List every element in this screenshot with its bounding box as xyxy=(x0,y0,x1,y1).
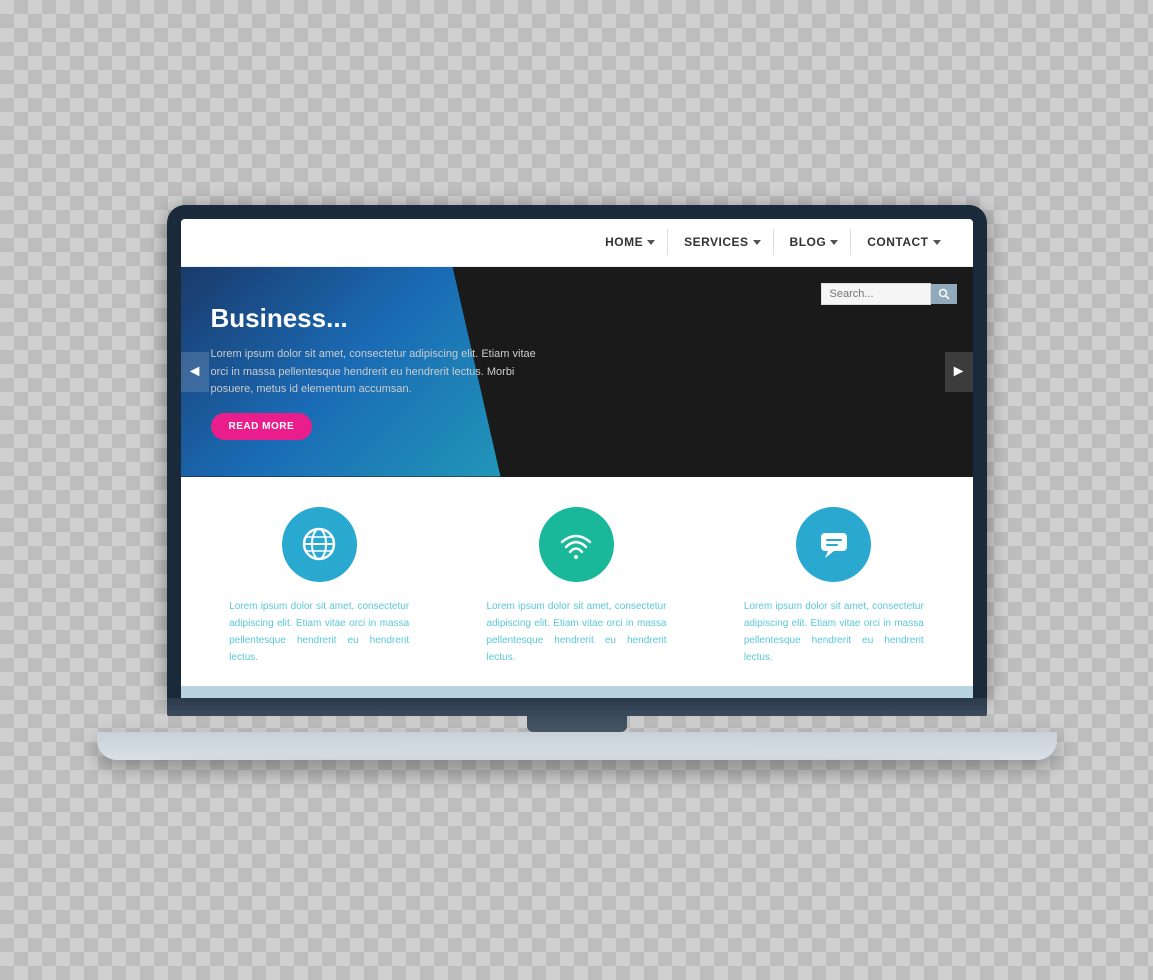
laptop-shadow xyxy=(147,764,1007,776)
wifi-icon xyxy=(556,524,596,564)
nav-contact-label: CONTACT xyxy=(867,235,928,249)
hero-cta-button[interactable]: READ MORE xyxy=(211,413,313,440)
feature-chat: Lorem ipsum dolor sit amet, consectetur … xyxy=(715,507,952,666)
nav-contact-arrow xyxy=(933,240,941,245)
nav-blog[interactable]: BLOG xyxy=(778,229,852,255)
feature-globe-text: Lorem ipsum dolor sit amet, consectetur … xyxy=(229,598,409,666)
laptop-mockup: HOME SERVICES BLOG CONTACT xyxy=(167,205,987,776)
hero-next-button[interactable]: ► xyxy=(945,352,973,392)
laptop-screen-inner: HOME SERVICES BLOG CONTACT xyxy=(181,219,973,698)
nav-blog-label: BLOG xyxy=(790,235,827,249)
nav-services[interactable]: SERVICES xyxy=(672,229,773,255)
laptop-bottom xyxy=(97,732,1057,760)
nav-services-label: SERVICES xyxy=(684,235,748,249)
site-nav: HOME SERVICES BLOG CONTACT xyxy=(181,219,973,267)
nav-items: HOME SERVICES BLOG CONTACT xyxy=(593,229,952,255)
search-input[interactable] xyxy=(821,283,931,305)
globe-icon-circle xyxy=(282,507,357,582)
search-icon xyxy=(938,288,950,300)
hero-section: ◄ Business... Lorem ipsum dolor sit amet… xyxy=(181,267,973,477)
hero-prev-button[interactable]: ◄ xyxy=(181,352,209,392)
nav-services-arrow xyxy=(753,240,761,245)
hero-title: Business... xyxy=(211,303,551,334)
globe-icon xyxy=(299,524,339,564)
nav-home[interactable]: HOME xyxy=(593,229,668,255)
hero-body: Lorem ipsum dolor sit amet, consectetur … xyxy=(211,346,551,399)
laptop-base-top xyxy=(167,698,987,716)
feature-chat-text: Lorem ipsum dolor sit amet, consectetur … xyxy=(744,598,924,666)
laptop-hinge xyxy=(527,716,627,732)
feature-wifi-text: Lorem ipsum dolor sit amet, consectetur … xyxy=(486,598,666,666)
laptop-screen-outer: HOME SERVICES BLOG CONTACT xyxy=(167,205,987,698)
chat-icon xyxy=(814,524,854,564)
feature-globe: Lorem ipsum dolor sit amet, consectetur … xyxy=(201,507,438,666)
hero-search xyxy=(821,283,957,305)
search-button[interactable] xyxy=(931,284,957,304)
hero-content: Business... Lorem ipsum dolor sit amet, … xyxy=(181,283,581,460)
nav-home-label: HOME xyxy=(605,235,643,249)
wifi-icon-circle xyxy=(539,507,614,582)
features-section: Lorem ipsum dolor sit amet, consectetur … xyxy=(181,477,973,686)
site-footer-bar xyxy=(181,686,973,698)
feature-wifi: Lorem ipsum dolor sit amet, consectetur … xyxy=(458,507,695,666)
nav-blog-arrow xyxy=(830,240,838,245)
nav-contact[interactable]: CONTACT xyxy=(855,229,952,255)
nav-home-arrow xyxy=(647,240,655,245)
chat-icon-circle xyxy=(796,507,871,582)
laptop-base xyxy=(167,698,987,776)
